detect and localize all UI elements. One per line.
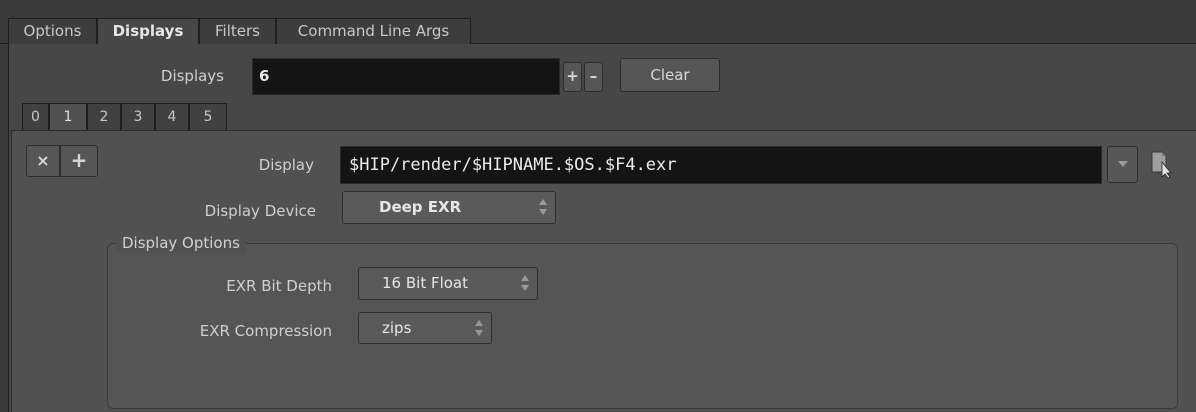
displays-count-field[interactable]: 6 [252, 58, 560, 95]
subtab-label: 4 [167, 109, 177, 125]
add-display-button[interactable]: + [563, 62, 582, 92]
displays-label: Displays [160, 67, 224, 85]
tab-label: Command Line Args [297, 22, 450, 40]
display-path-field[interactable]: $HIP/render/$HIPNAME.$OS.$F4.exr [340, 146, 1102, 184]
subtab-2[interactable]: 2 [87, 103, 121, 131]
subtab-0[interactable]: 0 [22, 103, 49, 131]
subtab-3[interactable]: 3 [121, 103, 155, 131]
display-path-dropdown[interactable] [1107, 146, 1138, 183]
exr-compression-value: zips [382, 319, 412, 337]
clear-button[interactable]: Clear [620, 58, 720, 92]
updown-arrows-icon [539, 199, 547, 215]
subtab-label: 3 [133, 109, 143, 125]
remove-item-button[interactable]: × [26, 145, 60, 177]
display-label: Display [258, 156, 314, 174]
tab-strip: Options Displays Filters Command Line Ar… [0, 0, 1196, 45]
exr-compression-menu[interactable]: zips [358, 312, 492, 344]
displays-count-value: 6 [259, 67, 270, 85]
subtab-5[interactable]: 5 [189, 103, 227, 131]
tab-label: Filters [215, 22, 260, 40]
subtab-1[interactable]: 1 [49, 103, 87, 131]
remove-display-button[interactable]: – [584, 62, 603, 92]
tab-displays[interactable]: Displays [97, 18, 199, 45]
updown-arrows-icon [521, 275, 529, 291]
tab-filters[interactable]: Filters [199, 18, 276, 44]
exr-bit-depth-value: 16 Bit Float [382, 274, 469, 292]
tab-label: Displays [112, 22, 184, 40]
display-path-value: $HIP/render/$HIPNAME.$OS.$F4.exr [349, 155, 677, 175]
tab-command-line-args[interactable]: Command Line Args [276, 18, 471, 44]
display-device-label: Display Device [204, 202, 316, 220]
tab-label: Options [23, 22, 82, 40]
file-chooser-icon[interactable] [1150, 150, 1174, 179]
insert-item-button[interactable]: + [60, 145, 98, 177]
display-options-caption: Display Options [116, 233, 246, 253]
subtab-4[interactable]: 4 [155, 103, 189, 131]
subtab-label: 5 [203, 109, 213, 125]
subtab-label: 1 [63, 109, 73, 125]
subtab-label: 0 [31, 109, 40, 125]
subtab-label: 2 [99, 109, 109, 125]
exr-compression-label: EXR Compression [199, 322, 332, 340]
exr-bit-depth-menu[interactable]: 16 Bit Float [358, 267, 538, 300]
updown-arrows-icon [475, 320, 483, 336]
display-device-value: Deep EXR [379, 198, 462, 216]
tab-options[interactable]: Options [8, 18, 97, 44]
chevron-down-icon [1118, 161, 1128, 167]
exr-bit-depth-label: EXR Bit Depth [226, 277, 332, 295]
display-device-menu[interactable]: Deep EXR [342, 191, 556, 224]
